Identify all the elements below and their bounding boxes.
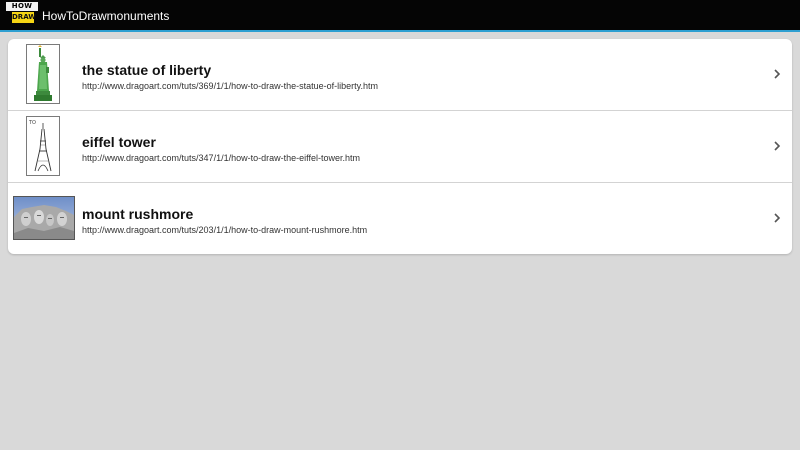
list-item-mount-rushmore[interactable]: mount rushmore http://www.dragoart.com/t… (8, 183, 792, 254)
list-item-statue-of-liberty[interactable]: the statue of liberty http://www.dragoar… (8, 39, 792, 110)
item-title: the statue of liberty (82, 62, 212, 78)
chevron-right-icon (774, 213, 781, 223)
monument-list: the statue of liberty http://www.dragoar… (8, 39, 792, 254)
item-url: http://www.dragoart.com/tuts/369/1/1/how… (82, 81, 378, 91)
chevron-right-icon (774, 69, 781, 79)
item-url: http://www.dragoart.com/tuts/203/1/1/how… (82, 225, 368, 235)
app-logo[interactable]: HOW TO DRAW (6, 2, 38, 26)
eiffel-tower-thumbnail: TO (26, 116, 60, 176)
app-title: HowToDrawmonuments (42, 9, 170, 23)
list-item-eiffel-tower[interactable]: TO eiffel tower http://www.dragoart.com/… (8, 111, 792, 182)
svg-text:TO: TO (28, 120, 36, 126)
item-url: http://www.dragoart.com/tuts/347/1/1/how… (82, 153, 360, 163)
statue-of-liberty-thumbnail (26, 44, 60, 104)
logo-bottom-text: DRAW (12, 12, 37, 23)
chevron-right-icon (774, 141, 781, 151)
logo-top-text: HOW TO (6, 2, 38, 19)
item-title: mount rushmore (82, 206, 194, 222)
mount-rushmore-thumbnail (13, 196, 75, 240)
item-title: eiffel tower (82, 134, 156, 150)
action-bar: HOW TO DRAW HowToDrawmonuments (0, 0, 800, 32)
